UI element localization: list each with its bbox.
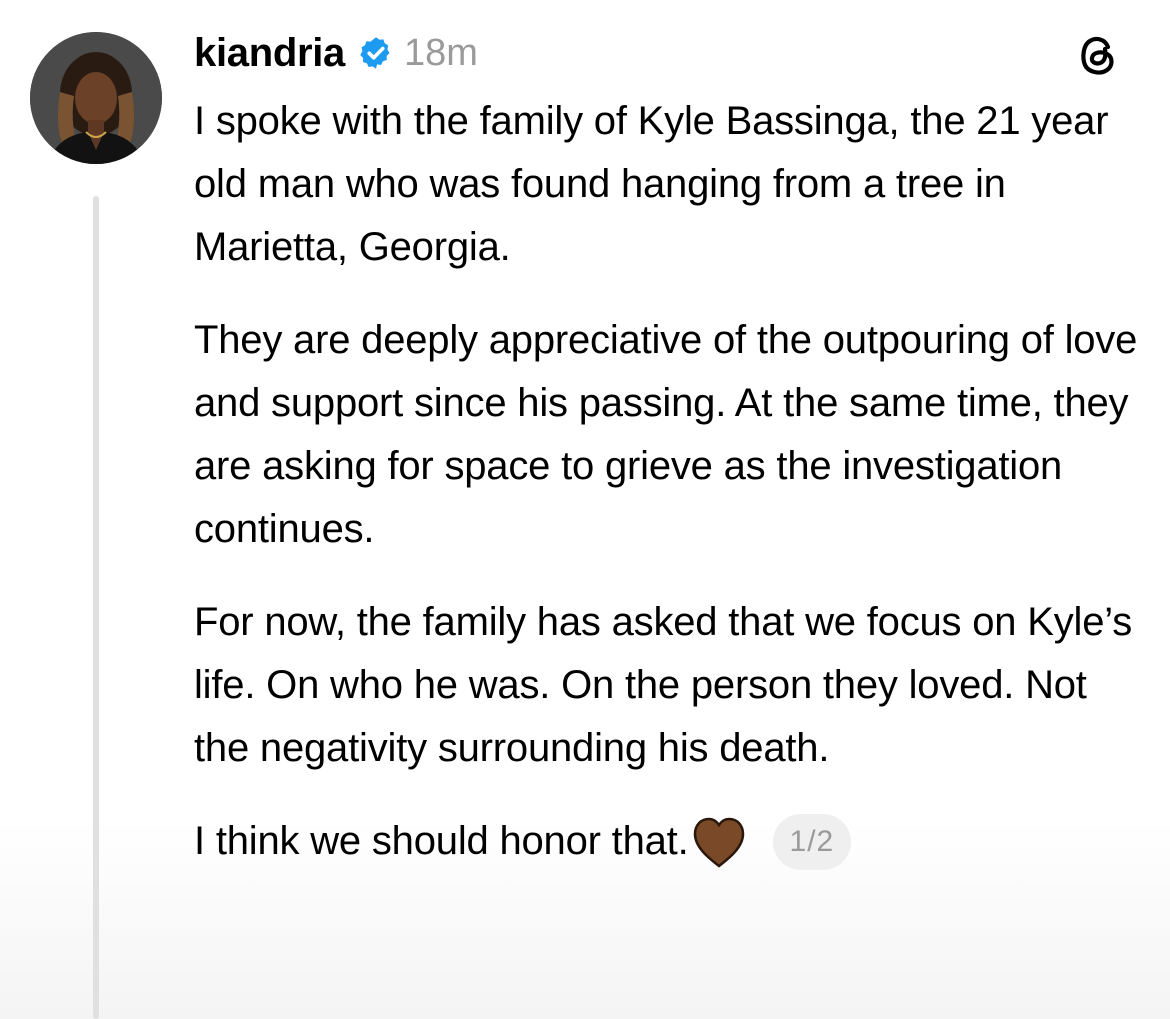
post-paragraph: They are deeply appreciative of the outp… <box>194 318 1138 551</box>
avatar-photo <box>30 32 162 164</box>
post-body: I spoke with the family of Kyle Bassinga… <box>194 90 1144 873</box>
closing-line: I think we should honor that. 1/2 <box>194 810 1144 873</box>
post-header: kiandria 18m <box>194 28 478 78</box>
verified-badge-icon <box>360 37 390 69</box>
brown-heart-icon <box>693 817 744 868</box>
username[interactable]: kiandria <box>194 31 345 76</box>
thread-position-badge: 1/2 <box>772 813 852 870</box>
post-timestamp: 18m <box>404 31 478 74</box>
closing-text: I think we should honor that. <box>194 819 689 863</box>
post-paragraph: For now, the family has asked that we fo… <box>194 600 1133 770</box>
thread-connector-line <box>93 196 99 1019</box>
avatar[interactable] <box>30 32 162 164</box>
threads-logo-icon[interactable] <box>1074 30 1122 78</box>
post-paragraph: I spoke with the family of Kyle Bassinga… <box>194 99 1109 269</box>
